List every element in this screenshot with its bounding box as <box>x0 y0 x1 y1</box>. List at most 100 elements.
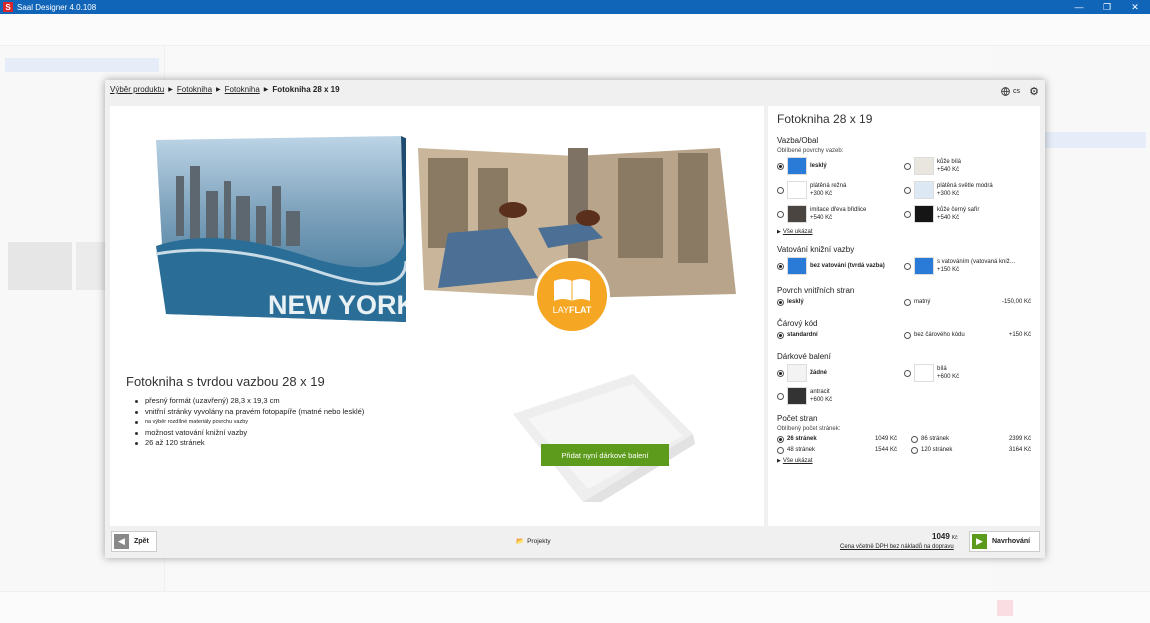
radio-button[interactable] <box>904 162 911 170</box>
radio-button[interactable] <box>777 298 784 306</box>
option-price: +300 Kč <box>937 191 960 197</box>
option-row[interactable]: plátěná světle modrá +300 Kč <box>904 181 1031 199</box>
vat-note-link[interactable]: Cena včetně DPH bez nákladů na dopravu <box>840 544 954 550</box>
product-dialog: Výběr produktu ▶ Fotokniha ▶ Fotokniha ▶… <box>105 80 1045 558</box>
settings-gear-icon[interactable]: ⚙ <box>1029 85 1039 98</box>
pages-subheading: Oblíbený počet stránek: <box>777 426 841 432</box>
option-price: +540 Kč <box>810 215 833 221</box>
design-label: Navrhování <box>992 538 1031 545</box>
option-swatch-icon <box>914 157 934 175</box>
back-label: Zpět <box>134 538 149 545</box>
pages-show-all-link[interactable]: Vše ukázat <box>783 458 813 464</box>
radio-button[interactable] <box>777 186 784 194</box>
option-row[interactable]: s vatováním (vatovaná kniž… +150 Kč <box>904 257 1031 275</box>
feature-item: vnitřní stránky vyvolány na pravém fotop… <box>135 407 415 418</box>
feature-item: přesný formát (uzavřený) 28,3 x 19,3 cm <box>135 396 415 407</box>
option-row[interactable]: žádné <box>777 364 904 382</box>
gift-section: Dárkové balení žádné bílá +600 Kč antracit +… <box>777 352 1031 408</box>
breadcrumb-item-photobook[interactable]: Fotokniha <box>177 85 212 94</box>
globe-icon <box>1001 87 1010 96</box>
option-label: lesklý <box>810 163 827 169</box>
binding-heading: Vazba/Obal <box>777 136 819 145</box>
option-row[interactable]: plátěná režná +300 Kč <box>777 181 904 199</box>
radio-button[interactable] <box>911 446 918 454</box>
option-row[interactable]: 86 stránek 2399 Kč <box>911 435 1031 443</box>
padding-heading: Vatování knižní vazby <box>777 245 855 254</box>
barcode-section: Čárový kód standardní bez čárového kódu +1… <box>777 319 1031 342</box>
option-swatch-icon <box>787 364 807 382</box>
option-row[interactable]: kůže černý safír +540 Kč <box>904 205 1031 223</box>
language-selector[interactable]: cs <box>1001 87 1020 96</box>
back-button[interactable]: ◀ Zpět <box>111 531 157 552</box>
option-row[interactable]: bez vatování (tvrdá vazba) <box>777 257 904 275</box>
option-price: +540 Kč <box>937 167 960 173</box>
breadcrumb-item-product-selection[interactable]: Výběr produktu <box>110 85 164 94</box>
option-label: antracit <box>810 389 830 395</box>
option-row[interactable]: 48 stránek 1544 Kč <box>777 446 897 454</box>
radio-button[interactable] <box>911 435 918 443</box>
option-row[interactable]: lesklý <box>777 157 904 175</box>
feature-item: na výběr rozdílné materiály povrchu vazb… <box>135 417 415 428</box>
app-logo: S <box>3 2 13 12</box>
maximize-button[interactable]: ❐ <box>1093 0 1121 14</box>
option-price: -150,00 Kč <box>1001 299 1031 305</box>
radio-button[interactable] <box>777 331 784 339</box>
binding-show-all-link[interactable]: Vše ukázat <box>783 229 813 235</box>
gift-heading: Dárkové balení <box>777 352 831 361</box>
add-gift-box-button[interactable]: Přidat nyní dárkové balení <box>541 444 669 466</box>
option-row[interactable]: 120 stránek 3164 Kč <box>911 446 1031 454</box>
radio-button[interactable] <box>904 331 911 339</box>
configuration-panel: Fotokniha 28 x 19 Vazba/Obal Oblíbené po… <box>768 106 1040 526</box>
option-label: plátěná režná <box>810 183 847 189</box>
breadcrumb-separator-icon: ▶ <box>263 87 269 93</box>
option-row[interactable]: lesklý <box>777 298 904 306</box>
binding-subheading: Oblíbené povrchy vazeb: <box>777 148 844 154</box>
option-row[interactable]: kůže bílá +540 Kč <box>904 157 1031 175</box>
option-label: 120 stránek <box>921 447 953 453</box>
radio-button[interactable] <box>777 392 784 400</box>
arrow-left-icon: ◀ <box>114 534 129 549</box>
gift-options: žádné bílá +600 Kč antracit +600 Kč <box>777 364 1031 408</box>
radio-button[interactable] <box>904 298 911 306</box>
radio-button[interactable] <box>777 435 784 443</box>
radio-button[interactable] <box>777 210 784 218</box>
radio-button[interactable] <box>904 262 911 270</box>
radio-button[interactable] <box>777 369 784 377</box>
projects-button[interactable]: 📂 Projekty <box>516 537 551 546</box>
product-title: Fotokniha s tvrdou vazbou 28 x 19 <box>126 374 325 389</box>
surface-section: Povrch vnitřních stran lesklý matný -150,0… <box>777 286 1031 309</box>
option-label: imitace dřeva břidlice <box>810 207 867 213</box>
option-row[interactable]: 26 stránek 1049 Kč <box>777 435 897 443</box>
radio-button[interactable] <box>904 186 911 194</box>
radio-button[interactable] <box>777 446 784 454</box>
option-label: 26 stránek <box>787 436 817 442</box>
folder-icon: 📂 <box>516 538 525 545</box>
design-button[interactable]: ▶ Navrhování <box>969 531 1040 552</box>
breadcrumb-separator-icon: ▶ <box>216 87 221 93</box>
option-row[interactable]: antracit +600 Kč <box>777 387 904 405</box>
close-button[interactable]: ✕ <box>1121 0 1149 14</box>
option-row[interactable]: bez čárového kódu +150 Kč <box>904 331 1031 339</box>
binding-options: lesklý kůže bílá +540 Kč plátěná režná +300 … <box>777 157 1031 226</box>
option-row[interactable]: imitace dřeva břidlice +540 Kč <box>777 205 904 223</box>
minimize-button[interactable]: — <box>1065 0 1093 14</box>
breadcrumb-item-photobook-2[interactable]: Fotokniha <box>225 85 260 94</box>
padding-section: Vatování knižní vazby bez vatování (tvrd… <box>777 245 1031 278</box>
padding-options: bez vatování (tvrdá vazba) s vatováním (v… <box>777 257 1031 278</box>
option-row[interactable]: standardní <box>777 331 904 339</box>
pages-section: Počet stran Oblíbený počet stránek: 26 s… <box>777 414 1031 464</box>
option-price: +600 Kč <box>937 374 960 380</box>
option-label: lesklý <box>787 299 804 305</box>
option-row[interactable]: bílá +600 Kč <box>904 364 1031 382</box>
radio-button[interactable] <box>904 369 911 377</box>
radio-button[interactable] <box>777 162 784 170</box>
radio-button[interactable] <box>904 210 911 218</box>
option-price: +150 Kč <box>1008 332 1031 338</box>
option-row[interactable]: matný -150,00 Kč <box>904 298 1031 306</box>
option-label: kůže černý safír <box>937 207 980 213</box>
product-features-list: přesný formát (uzavřený) 28,3 x 19,3 cm v… <box>135 396 415 449</box>
radio-button[interactable] <box>777 262 784 270</box>
binding-section: Vazba/Obal Oblíbené povrchy vazeb: leskl… <box>777 136 1031 235</box>
pages-options: 26 stránek 1049 Kč 86 stránek 2399 Kč 48 str… <box>777 435 1031 457</box>
option-price: +600 Kč <box>810 397 833 403</box>
